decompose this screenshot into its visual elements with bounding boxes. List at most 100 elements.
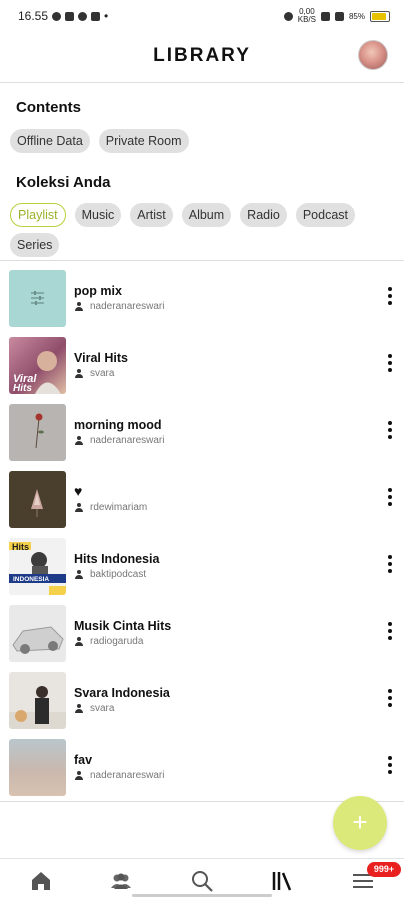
- list-item[interactable]: Viral Hits Viral Hits svara: [0, 334, 404, 401]
- list-item[interactable]: fav naderanareswari: [0, 736, 404, 803]
- signal-icon: [334, 11, 344, 21]
- owner-name: naderanareswari: [90, 770, 165, 781]
- playlist-cover: [9, 739, 66, 796]
- playlist-owner: baktipodcast: [74, 569, 146, 580]
- playlist-owner: rdewimariam: [74, 502, 147, 513]
- user-icon: [74, 301, 84, 312]
- playlist-owner: naderanareswari: [74, 770, 165, 781]
- owner-name: radiogaruda: [90, 636, 144, 647]
- playlist-owner: naderanareswari: [74, 301, 165, 312]
- list-item[interactable]: Svara Indonesia svara: [0, 669, 404, 736]
- community-icon[interactable]: [109, 869, 133, 893]
- contents-title: Contents: [16, 99, 81, 116]
- chip-playlist[interactable]: Playlist: [10, 203, 66, 227]
- owner-name: rdewimariam: [90, 502, 148, 513]
- user-icon: [74, 502, 84, 513]
- wifi-icon: [320, 11, 330, 21]
- flower-cover-art: [31, 489, 43, 517]
- net-speed: 0,00 KB/S: [298, 8, 316, 24]
- status-left: 16.55 •: [18, 9, 108, 23]
- list-item[interactable]: Musik Cinta Hits radiogaruda: [0, 602, 404, 669]
- equalizer-icon: [31, 291, 44, 305]
- chip-series[interactable]: Series: [10, 233, 60, 257]
- list-item[interactable]: ♥ rdewimariam: [0, 468, 404, 535]
- owner-name: svara: [90, 703, 115, 714]
- playlist-title: pop mix: [74, 284, 122, 298]
- chip-artist[interactable]: Artist: [130, 203, 173, 227]
- more-options-icon[interactable]: [386, 689, 394, 709]
- battery-icon: [370, 10, 390, 22]
- chip-music[interactable]: Music: [74, 203, 122, 227]
- instagram-icon: [78, 11, 88, 21]
- chip-offline-data[interactable]: Offline Data: [10, 129, 90, 153]
- playlist-list: pop mix naderanareswari Viral Hits Viral…: [0, 267, 404, 803]
- home-icon[interactable]: [29, 869, 53, 893]
- user-icon: [74, 703, 84, 714]
- user-icon: [74, 636, 84, 647]
- battery-percent: 85%: [348, 11, 365, 21]
- playlist-owner: radiogaruda: [74, 636, 143, 647]
- chip-radio[interactable]: Radio: [240, 203, 287, 227]
- svara-indonesia-cover-art: [9, 686, 66, 729]
- playlist-title: Svara Indonesia: [74, 686, 170, 700]
- contents-chips: Offline Data Private Room: [10, 129, 394, 153]
- status-bar: 16.55 • 0,00 KB/S 85%: [0, 0, 404, 32]
- owner-name: naderanareswari: [90, 435, 165, 446]
- svg-text:INDONESIA: INDONESIA: [13, 576, 49, 583]
- playlist-title: Hits Indonesia: [74, 552, 160, 566]
- list-item[interactable]: morning mood naderanareswari: [0, 401, 404, 468]
- playlist-owner: svara: [74, 703, 114, 714]
- owner-name: svara: [90, 368, 115, 379]
- owner-name: baktipodcast: [90, 569, 147, 580]
- collection-title: Koleksi Anda: [16, 174, 111, 191]
- notification-icon: [65, 11, 75, 21]
- svg-text:Hits: Hits: [12, 542, 29, 552]
- chip-album[interactable]: Album: [181, 203, 232, 227]
- more-options-icon[interactable]: [386, 287, 394, 307]
- user-icon: [74, 368, 84, 379]
- owner-name: naderanareswari: [90, 301, 165, 312]
- more-notifications-dot: •: [104, 9, 109, 23]
- list-item[interactable]: pop mix naderanareswari: [0, 267, 404, 334]
- search-icon[interactable]: [190, 869, 214, 893]
- playlist-title: morning mood: [74, 418, 162, 432]
- list-item[interactable]: Hits INDONESIA Hits Indonesia baktipodca…: [0, 535, 404, 602]
- chip-private-room[interactable]: Private Room: [98, 129, 189, 153]
- car-cover-art: [12, 626, 64, 654]
- playlist-cover: Viral Hits: [9, 337, 66, 394]
- user-icon: [74, 770, 84, 781]
- add-playlist-button[interactable]: +: [333, 796, 387, 850]
- net-speed-unit: KB/S: [297, 15, 316, 24]
- user-icon: [74, 435, 84, 446]
- more-options-icon[interactable]: [386, 756, 394, 776]
- more-options-icon[interactable]: [386, 421, 394, 441]
- playlist-owner: naderanareswari: [74, 435, 165, 446]
- home-indicator: [132, 894, 272, 897]
- playlist-cover: [9, 270, 66, 327]
- more-options-icon[interactable]: [386, 555, 394, 575]
- chip-podcast[interactable]: Podcast: [295, 203, 356, 227]
- playlist-cover: [9, 672, 66, 729]
- more-options-icon[interactable]: [386, 354, 394, 374]
- viral-hits-cover-art: Viral Hits: [13, 351, 61, 394]
- playlist-owner: svara: [74, 368, 114, 379]
- user-icon: [74, 569, 84, 580]
- playlist-title: ♥: [74, 483, 83, 499]
- status-right: 0,00 KB/S 85%: [283, 8, 390, 24]
- avatar[interactable]: [358, 40, 388, 70]
- collection-chips: Playlist Music Artist Album Radio Podcas…: [10, 203, 394, 257]
- alarm-icon: [283, 11, 293, 21]
- playlist-cover: [9, 605, 66, 662]
- page-title: LIBRARY: [153, 45, 251, 66]
- playlist-title: Musik Cinta Hits: [74, 619, 172, 633]
- more-options-icon[interactable]: [386, 488, 394, 508]
- app-header: LIBRARY: [0, 32, 404, 83]
- notification-badge: 999+: [367, 862, 401, 877]
- more-options-icon[interactable]: [386, 622, 394, 642]
- playlist-title: Viral Hits: [74, 351, 128, 365]
- status-time: 16.55: [18, 9, 49, 23]
- library-icon[interactable]: [270, 869, 294, 893]
- divider: [0, 260, 404, 261]
- playlist-title: fav: [74, 753, 93, 767]
- rose-cover-art: [35, 413, 44, 449]
